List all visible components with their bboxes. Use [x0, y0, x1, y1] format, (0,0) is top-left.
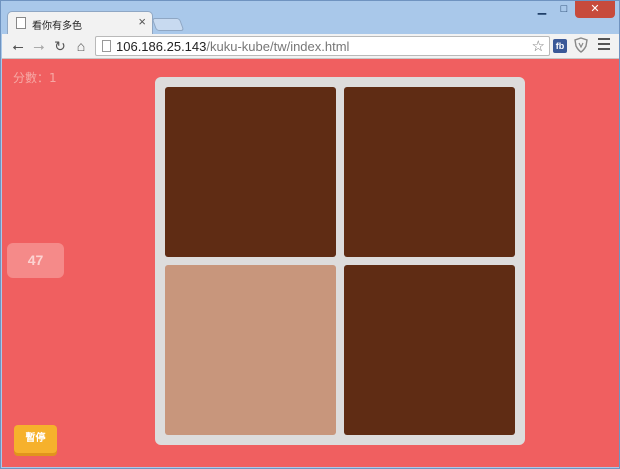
- color-tile[interactable]: [165, 87, 336, 257]
- new-tab-button[interactable]: [151, 18, 185, 31]
- back-arrow-icon[interactable]: ⭠: [9, 37, 27, 55]
- tab-title: 看你有多色: [32, 21, 82, 32]
- pause-button[interactable]: 暫停: [14, 425, 57, 453]
- reload-icon[interactable]: ↻: [51, 37, 69, 55]
- game-page: 分數：1 47 暫停: [2, 59, 619, 467]
- tab-active[interactable]: 看你有多色 ×: [7, 11, 153, 35]
- timer-badge: 47: [7, 243, 64, 278]
- minimize-button[interactable]: ▁: [531, 1, 553, 18]
- score-label: 分數：1: [13, 71, 57, 85]
- color-tile[interactable]: [344, 87, 515, 257]
- close-window-button[interactable]: ✕: [575, 1, 615, 18]
- url-text: 106.186.25.143/kuku-kube/tw/index.html: [116, 39, 350, 54]
- page-icon: [16, 17, 26, 29]
- close-tab-icon[interactable]: ×: [138, 14, 146, 29]
- color-tile[interactable]: [165, 265, 336, 435]
- shield-icon[interactable]: [574, 37, 588, 53]
- forward-arrow-icon[interactable]: ⭢: [30, 37, 48, 55]
- facebook-extension-icon[interactable]: fb: [553, 39, 567, 53]
- maximize-button[interactable]: □: [553, 1, 575, 18]
- color-grid: [155, 77, 525, 445]
- browser-window: 看你有多色 × ▁ □ ✕ ⭠ ⭢ ↻ ⌂ 106.186.25.143/kuk…: [0, 0, 620, 469]
- window-controls: ▁ □ ✕: [531, 1, 615, 19]
- home-icon[interactable]: ⌂: [72, 37, 90, 55]
- color-tile[interactable]: [344, 265, 515, 435]
- menu-icon[interactable]: [598, 38, 610, 53]
- address-bar[interactable]: 106.186.25.143/kuku-kube/tw/index.html ☆: [95, 36, 550, 56]
- bookmark-star-icon[interactable]: ☆: [532, 37, 545, 55]
- tab-strip: 看你有多色 × ▁ □ ✕: [1, 1, 619, 35]
- browser-toolbar: ⭠ ⭢ ↻ ⌂ 106.186.25.143/kuku-kube/tw/inde…: [2, 34, 619, 59]
- page-icon: [102, 40, 111, 52]
